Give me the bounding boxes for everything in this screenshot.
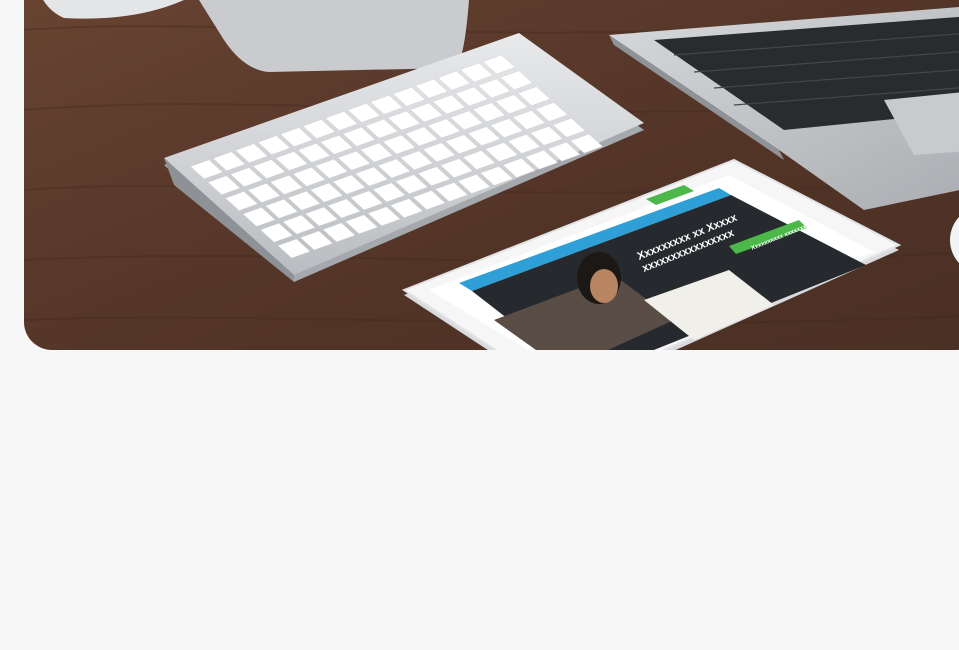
hero-image-card: Xxxxxxxxx xx Xxxxx xxxxxxxxxxxxxxxx Xxxx… [24, 0, 959, 350]
empty-content-area [0, 350, 959, 650]
desk-photo: Xxxxxxxxx xx Xxxxx xxxxxxxxxxxxxxxx Xxxx… [24, 0, 959, 350]
